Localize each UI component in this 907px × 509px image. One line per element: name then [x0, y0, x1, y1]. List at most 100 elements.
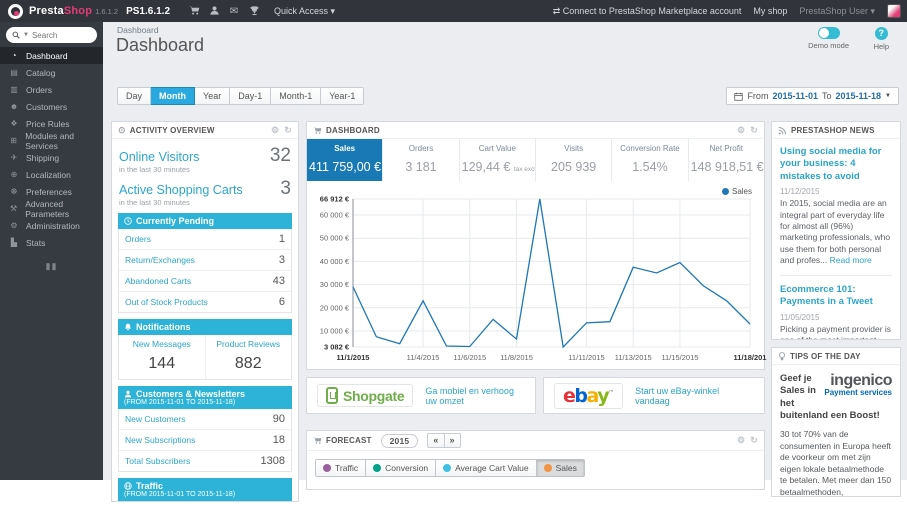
- pending-returns-row[interactable]: Return/Exchanges 3: [119, 249, 291, 270]
- toggle-icon[interactable]: [817, 27, 840, 39]
- user-dropdown[interactable]: PrestaShop User ▾: [799, 6, 875, 17]
- kpi-orders[interactable]: Orders 3 181: [382, 139, 458, 181]
- prestashop-logo-icon[interactable]: [8, 3, 23, 19]
- preset-year[interactable]: Year: [195, 87, 231, 105]
- new-messages-cell[interactable]: New Messages 144: [119, 335, 205, 379]
- panel-settings-icon[interactable]: ⚙: [737, 435, 745, 446]
- forecast-sales-button[interactable]: Sales: [536, 459, 585, 477]
- kpi-net-profit[interactable]: Net Profit 148 918,51 € tax excl.: [687, 139, 764, 181]
- sidebar-collapse-button[interactable]: ▮▮: [45, 261, 59, 272]
- panel-refresh-icon[interactable]: ↻: [284, 125, 292, 136]
- brand-name[interactable]: PrestaShop: [29, 5, 92, 17]
- date-range-picker[interactable]: From 2015-11-01 To 2015-11-18 ▼: [726, 87, 899, 105]
- ingenico-logo: ingenico Payment services: [824, 372, 892, 397]
- search-input[interactable]: [31, 30, 84, 40]
- preset-day[interactable]: Day: [117, 87, 152, 105]
- partner-banners: Shopgate Ga mobiel en verhoog uw omzet e…: [306, 377, 765, 414]
- forecast-traffic-button[interactable]: Traffic: [315, 459, 367, 477]
- active-carts-link[interactable]: Active Shopping Carts: [119, 183, 243, 197]
- google-analytics-link-row[interactable]: Link to your Google Analytics account: [119, 501, 291, 502]
- marketplace-link[interactable]: ⇄ Connect to PrestaShop Marketplace acco…: [553, 6, 742, 17]
- preset-month[interactable]: Month: [151, 87, 196, 105]
- kpi-cart-value[interactable]: Cart Value 129,44 € tax excl.: [458, 139, 535, 181]
- sidebar-item-stats[interactable]: ▙ Stats: [0, 234, 103, 251]
- main-content: Dashboard Dashboard Demo mode ? Help Day…: [103, 22, 907, 502]
- online-visitors-link[interactable]: Online Visitors: [119, 150, 199, 164]
- demo-mode-toggle[interactable]: Demo mode: [808, 27, 849, 50]
- panel-settings-icon[interactable]: ⚙: [737, 125, 745, 136]
- svg-text:50 000 €: 50 000 €: [320, 234, 350, 243]
- shopgate-link[interactable]: Ga mobiel en verhoog uw omzet: [425, 386, 525, 406]
- online-visitors-value: 32: [269, 145, 291, 166]
- read-more-link[interactable]: Read more: [830, 255, 872, 265]
- forecast-avg-cart-button[interactable]: Average Cart Value: [436, 459, 537, 477]
- new-subscriptions-row[interactable]: New Subscriptions 18: [119, 429, 291, 450]
- tip-content[interactable]: ingenico Payment services Geef je Sales …: [772, 365, 900, 497]
- forecast-conversion-button[interactable]: Conversion: [366, 459, 437, 477]
- sidebar: ▼ ◔Dashboard ▤Catalog ▥Orders ☻Customers…: [0, 22, 103, 480]
- panel-refresh-icon[interactable]: ↻: [750, 125, 758, 136]
- kpi-sales[interactable]: Sales 411 759,00 € tax excl.: [307, 139, 383, 181]
- preset-month-1[interactable]: Month-1: [271, 87, 322, 105]
- cart-icon[interactable]: [184, 5, 204, 16]
- abandoned-carts-row[interactable]: Abandoned Carts 43: [119, 270, 291, 291]
- trophy-icon[interactable]: [244, 5, 264, 16]
- sidebar-item-catalog[interactable]: ▤ Catalog: [0, 64, 103, 81]
- preset-day-1[interactable]: Day-1: [230, 87, 272, 105]
- sidebar-search[interactable]: ▼: [6, 27, 97, 43]
- new-customers-row[interactable]: New Customers 90: [119, 409, 291, 429]
- quick-access-menu[interactable]: Quick Access ▾: [274, 6, 335, 17]
- sidebar-item-orders[interactable]: ▥ Orders: [0, 81, 103, 98]
- help-button[interactable]: ? Help: [874, 27, 889, 51]
- kpi-tiles: Sales 411 759,00 € tax excl. Orders 3 18…: [307, 139, 764, 181]
- breadcrumb[interactable]: Dashboard: [117, 25, 159, 35]
- user-avatar[interactable]: [887, 4, 901, 18]
- tip-body: 30 tot 70% van de consumenten in Europa …: [780, 429, 892, 497]
- out-of-stock-row[interactable]: Out of Stock Products 6: [119, 291, 291, 312]
- sales-line-chart[interactable]: 3 082 € 10 000 € 20 000 € 30 000 € 40 000 € 5…: [307, 183, 767, 365]
- forecast-prev-button[interactable]: «: [427, 433, 445, 448]
- svg-text:11/1/2015: 11/1/2015: [337, 353, 370, 362]
- forecast-year-pill[interactable]: 2015: [380, 433, 419, 448]
- puzzle-icon: ⊞: [10, 136, 17, 145]
- preset-year-1[interactable]: Year-1: [321, 87, 365, 105]
- top-bar: PrestaShop 1.6.1.2 PS1.6.1.2 ✉ Quick Acc…: [0, 0, 907, 22]
- book-icon: ▤: [10, 68, 18, 77]
- search-scope-caret-icon[interactable]: ▼: [23, 32, 29, 38]
- my-shop-link[interactable]: My shop: [753, 6, 787, 16]
- news-article-title[interactable]: Ecommerce 101: Payments in a Tweet: [780, 284, 892, 309]
- truck-icon: ✈: [10, 153, 18, 162]
- sidebar-item-preferences[interactable]: ☸ Preferences: [0, 183, 103, 200]
- sidebar-item-localization[interactable]: ⊕ Localization: [0, 166, 103, 183]
- pending-orders-row[interactable]: Orders 1: [119, 229, 291, 249]
- panel-settings-icon[interactable]: ⚙: [271, 125, 279, 136]
- svg-text:20 000 €: 20 000 €: [320, 303, 350, 312]
- ebay-link[interactable]: Start uw eBay-winkel vandaag: [635, 386, 754, 406]
- news-article: Using social media for your business: 4 …: [780, 146, 892, 267]
- kpi-visits[interactable]: Visits 205 939: [534, 139, 611, 181]
- shopgate-banner[interactable]: Shopgate Ga mobiel en verhoog uw omzet: [306, 377, 536, 414]
- sidebar-item-shipping[interactable]: ✈ Shipping: [0, 149, 103, 166]
- total-subscribers-row[interactable]: Total Subscribers 1308: [119, 450, 291, 471]
- sidebar-item-administration[interactable]: ⚙ Administration: [0, 217, 103, 234]
- product-reviews-cell[interactable]: Product Reviews 882: [204, 335, 292, 379]
- cart-icon: [313, 126, 322, 135]
- panel-refresh-icon[interactable]: ↻: [750, 435, 758, 446]
- version-label: PS1.6.1.2: [126, 5, 170, 17]
- sidebar-item-price-rules[interactable]: ❖ Price Rules: [0, 115, 103, 132]
- mail-icon[interactable]: ✉: [224, 6, 244, 17]
- sidebar-item-dashboard[interactable]: ◔ Dashboard: [0, 47, 103, 64]
- shopgate-phone-icon: [326, 387, 338, 404]
- sidebar-item-customers[interactable]: ☻ Customers: [0, 98, 103, 115]
- forecast-next-button[interactable]: »: [444, 433, 461, 448]
- chart-legend[interactable]: Sales: [721, 187, 752, 196]
- sidebar-item-modules[interactable]: ⊞ Modules and Services: [0, 131, 103, 151]
- news-article-title[interactable]: Using social media for your business: 4 …: [780, 146, 892, 183]
- shopgate-logo: Shopgate: [317, 384, 414, 407]
- news-article-date: 11/12/2015: [780, 187, 820, 197]
- user-icon[interactable]: [204, 5, 224, 16]
- ebay-banner[interactable]: ebay™ Start uw eBay-winkel vandaag: [543, 377, 765, 414]
- kpi-conversion-rate[interactable]: Conversion Rate 1.54%: [611, 139, 687, 181]
- gauge-icon: ◔: [11, 51, 17, 60]
- sidebar-item-advanced-parameters[interactable]: ⚒ Advanced Parameters: [0, 199, 103, 219]
